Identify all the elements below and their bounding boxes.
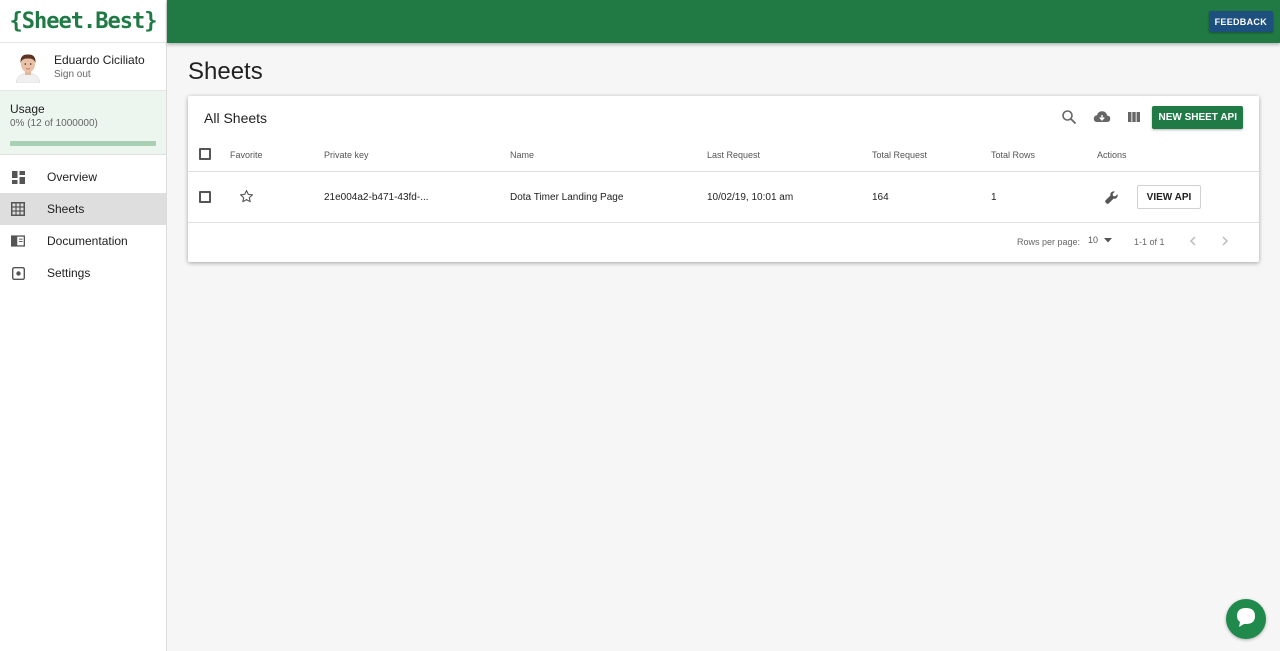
wrench-icon[interactable]: [1104, 190, 1119, 210]
book-icon: [11, 234, 25, 248]
total-request-cell: 164: [872, 192, 889, 203]
user-panel: Eduardo Ciciliato Sign out: [0, 43, 166, 91]
search-icon[interactable]: [1061, 109, 1077, 125]
table-header: Favorite Private key Name Last Request T…: [188, 140, 1259, 172]
name-cell: Dota Timer Landing Page: [510, 192, 624, 203]
page-title: Sheets: [188, 58, 263, 85]
sheets-table-card: All Sheets NEW SHEET API Favorite Privat…: [188, 96, 1259, 262]
column-header-name[interactable]: Name: [510, 150, 534, 160]
column-header-total-request[interactable]: Total Request: [872, 150, 927, 160]
sidebar-item-sheets[interactable]: Sheets: [0, 193, 166, 225]
previous-page-icon[interactable]: [1186, 234, 1200, 248]
avatar: [14, 51, 42, 83]
star-icon[interactable]: [239, 189, 254, 209]
sidebar-nav: Overview Sheets Documentation Settings: [0, 161, 166, 289]
usage-detail: 0% (12 of 1000000): [10, 118, 98, 129]
usage-title: Usage: [10, 102, 45, 116]
pagination-range: 1-1 of 1: [1134, 237, 1165, 247]
usage-progress-bar: [10, 141, 156, 146]
sign-out-link[interactable]: Sign out: [54, 68, 145, 82]
cloud-download-icon[interactable]: [1093, 109, 1111, 125]
sidebar-item-label: Overview: [47, 170, 98, 184]
sidebar-item-settings[interactable]: Settings: [0, 257, 166, 289]
logo-text: {Sheet.Best}: [9, 8, 158, 34]
chat-button[interactable]: [1226, 599, 1266, 639]
sidebar-item-overview[interactable]: Overview: [0, 161, 166, 193]
card-title: All Sheets: [204, 110, 268, 126]
new-sheet-api-button[interactable]: NEW SHEET API: [1152, 106, 1243, 129]
select-all-checkbox[interactable]: [199, 148, 211, 160]
column-header-favorite[interactable]: Favorite: [230, 150, 263, 160]
sidebar-item-label: Settings: [47, 266, 91, 280]
last-request-cell: 10/02/19, 10:01 am: [707, 192, 794, 203]
chat-bubble-icon: [1235, 606, 1257, 633]
user-name: Eduardo Ciciliato: [54, 52, 145, 67]
column-header-actions: Actions: [1097, 150, 1127, 160]
feedback-button[interactable]: FEEDBACK: [1208, 11, 1273, 32]
column-header-last-request[interactable]: Last Request: [707, 150, 760, 160]
table-row[interactable]: 21e004a2-b471-43fd-... Dota Timer Landin…: [188, 172, 1259, 223]
column-header-private-key[interactable]: Private key: [324, 150, 369, 160]
rows-per-page-select[interactable]: 10: [1088, 235, 1113, 245]
rows-per-page-value: 10: [1088, 235, 1099, 245]
sidebar-item-label: Sheets: [47, 202, 85, 216]
total-rows-cell: 1: [991, 192, 997, 203]
columns-icon[interactable]: [1127, 109, 1143, 125]
grid-icon: [11, 202, 25, 216]
view-api-button[interactable]: VIEW API: [1137, 185, 1201, 209]
sidebar-item-label: Documentation: [47, 234, 128, 248]
dashboard-icon: [11, 170, 25, 184]
logo[interactable]: {Sheet.Best}: [0, 0, 166, 43]
column-header-total-rows[interactable]: Total Rows: [991, 150, 1035, 160]
caret-down-icon: [1104, 237, 1113, 242]
top-app-bar: FEEDBACK: [167, 0, 1280, 43]
private-key-cell: 21e004a2-b471-43fd-...: [324, 192, 429, 203]
usage-panel: Usage 0% (12 of 1000000): [0, 91, 166, 155]
sidebar-item-documentation[interactable]: Documentation: [0, 225, 166, 257]
table-pagination: Rows per page: 10 1-1 of 1: [188, 223, 1259, 262]
next-page-icon[interactable]: [1218, 234, 1232, 248]
row-checkbox[interactable]: [199, 191, 211, 203]
settings-icon: [11, 266, 25, 280]
rows-per-page-label: Rows per page:: [1017, 237, 1081, 247]
sidebar: {Sheet.Best} Eduardo Ciciliato Sign out …: [0, 0, 167, 651]
